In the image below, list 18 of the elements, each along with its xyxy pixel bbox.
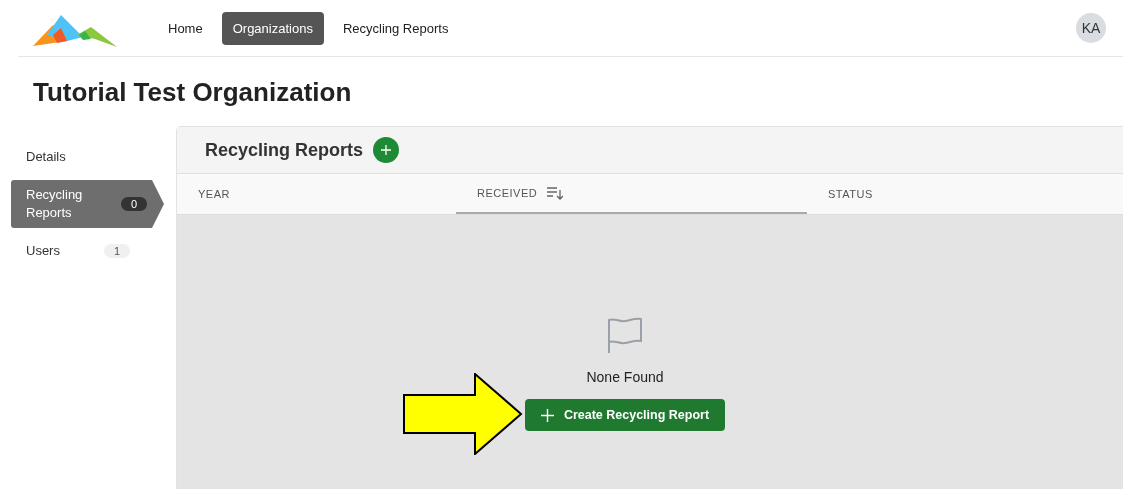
sidebar-item[interactable]: Recycling Reports 0	[11, 180, 164, 228]
plus-icon	[540, 408, 554, 422]
nav-link[interactable]: Home	[157, 11, 214, 45]
nav-link[interactable]: Organizations	[221, 11, 324, 45]
flag-icon	[606, 317, 644, 355]
create-report-button[interactable]: Create Recycling Report	[524, 399, 726, 431]
sort-icon[interactable]	[547, 186, 564, 200]
add-icon[interactable]	[373, 137, 400, 163]
sidebar-item[interactable]: Users 1	[11, 236, 147, 266]
sidebar-item[interactable]: Details	[11, 142, 147, 172]
column-header[interactable]: STATUS	[807, 174, 873, 214]
empty-message: None Found	[586, 369, 664, 385]
nav-link[interactable]: Recycling Reports	[331, 11, 460, 45]
column-header[interactable]: RECEIVED	[456, 174, 807, 214]
panel-title: Recycling Reports	[205, 139, 364, 161]
page-title: Tutorial Test Organization	[33, 77, 353, 108]
user-avatar[interactable]: KA	[1076, 13, 1106, 43]
column-header[interactable]: YEAR	[177, 174, 456, 214]
